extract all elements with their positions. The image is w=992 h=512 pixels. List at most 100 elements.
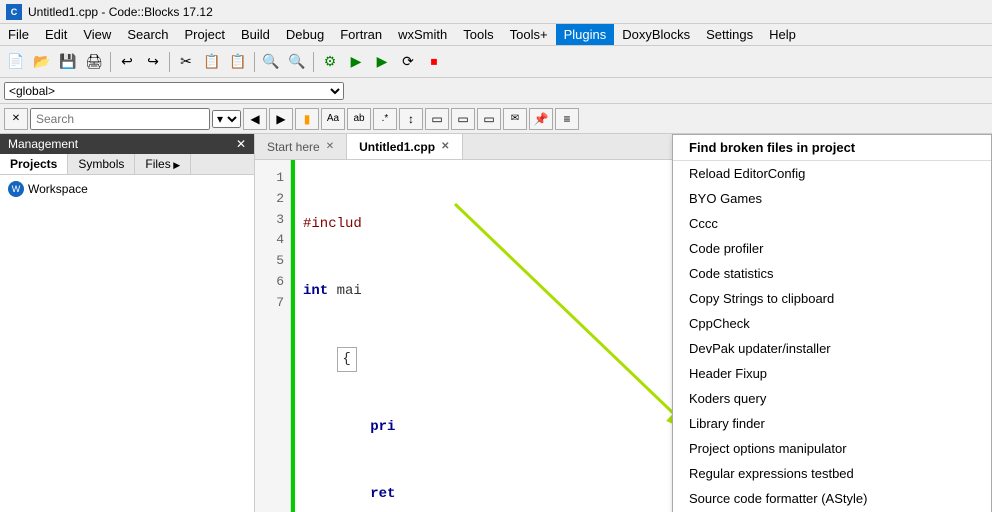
view-btn1[interactable]: ▭ — [425, 108, 449, 130]
menu-edit[interactable]: Edit — [37, 24, 75, 45]
menu-settings[interactable]: Settings — [698, 24, 761, 45]
replace-btn[interactable]: 🔍 — [285, 50, 309, 74]
sidebar: Management ✕ Projects Symbols Files W Wo… — [0, 134, 255, 512]
sidebar-content: W Workspace — [0, 175, 254, 512]
menu-help[interactable]: Help — [761, 24, 804, 45]
menu-plugins[interactable]: Plugins — [556, 24, 615, 45]
select-btn[interactable]: ↕ — [399, 108, 423, 130]
save-btn[interactable]: 💾 — [56, 50, 80, 74]
line-num-2: 2 — [261, 189, 284, 210]
nav-back-btn[interactable]: ◀ — [243, 108, 267, 130]
match-case-btn[interactable]: Aa — [321, 108, 345, 130]
global-scope-select[interactable]: <global> — [4, 82, 344, 100]
dd-source-formatter[interactable]: Source code formatter (AStyle) — [673, 486, 991, 511]
global-bar: <global> — [0, 78, 992, 104]
build-run-btn[interactable]: ▶ — [370, 50, 394, 74]
tab-untitled1[interactable]: Untitled1.cpp ✕ — [347, 134, 462, 159]
view-btn3[interactable]: ▭ — [477, 108, 501, 130]
dd-copy-strings[interactable]: Copy Strings to clipboard — [673, 286, 991, 311]
cut-btn[interactable]: ✂ — [174, 50, 198, 74]
menu-project[interactable]: Project — [177, 24, 233, 45]
tab-symbols[interactable]: Symbols — [68, 154, 135, 174]
tb-sep-1 — [110, 52, 111, 72]
view-btn5[interactable]: 📌 — [529, 108, 553, 130]
sidebar-title: Management — [8, 137, 78, 151]
print-btn[interactable]: 🖨 — [82, 50, 106, 74]
undo-btn[interactable]: ↩ — [115, 50, 139, 74]
dd-find-broken[interactable]: Find broken files in project — [673, 135, 991, 161]
nav-bar: ✕ ▾ ◀ ▶ ▮ Aa ab .* ↕ ▭ ▭ ▭ ✉ 📌 ≡ — [0, 104, 992, 134]
view-btn6[interactable]: ≡ — [555, 108, 579, 130]
search-options[interactable]: ▾ — [212, 110, 241, 128]
rebuild-btn[interactable]: ⟳ — [396, 50, 420, 74]
paste-btn[interactable]: 📋 — [226, 50, 250, 74]
menu-view[interactable]: View — [75, 24, 119, 45]
copy-btn[interactable]: 📋 — [200, 50, 224, 74]
sidebar-header: Management ✕ — [0, 134, 254, 154]
dd-koders[interactable]: Koders query — [673, 386, 991, 411]
search-input[interactable] — [30, 108, 210, 130]
dd-library-finder[interactable]: Library finder — [673, 411, 991, 436]
editor-area: Start here ✕ Untitled1.cpp ✕ 1 2 3 4 5 6… — [255, 134, 992, 512]
title-bar: C Untitled1.cpp - Code::Blocks 17.12 — [0, 0, 992, 24]
tb-sep-4 — [313, 52, 314, 72]
dd-reload-editorconfig[interactable]: Reload EditorConfig — [673, 161, 991, 186]
nav-forward-btn[interactable]: ▶ — [269, 108, 293, 130]
tab-untitled1-label: Untitled1.cpp — [359, 140, 435, 154]
regex-btn[interactable]: .* — [373, 108, 397, 130]
view-btn2[interactable]: ▭ — [451, 108, 475, 130]
menu-tools[interactable]: Tools — [455, 24, 501, 45]
clear-btn[interactable]: ✕ — [4, 108, 28, 130]
dd-code-profiler[interactable]: Code profiler — [673, 236, 991, 261]
new-file-btn[interactable]: 📄 — [4, 50, 28, 74]
tab-start-here-close[interactable]: ✕ — [326, 141, 334, 152]
menu-tools-plus[interactable]: Tools+ — [502, 24, 556, 45]
workspace-item[interactable]: W Workspace — [4, 179, 250, 199]
menu-build[interactable]: Build — [233, 24, 278, 45]
whole-word-btn[interactable]: ab — [347, 108, 371, 130]
menu-wxsmith[interactable]: wxSmith — [390, 24, 455, 45]
main-layout: Management ✕ Projects Symbols Files W Wo… — [0, 134, 992, 512]
menu-file[interactable]: File — [0, 24, 37, 45]
app-icon: C — [6, 4, 22, 20]
dd-regex-testbed[interactable]: Regular expressions testbed — [673, 461, 991, 486]
dd-devpak[interactable]: DevPak updater/installer — [673, 336, 991, 361]
line-numbers: 1 2 3 4 5 6 7 — [255, 160, 291, 512]
tab-files[interactable]: Files — [135, 154, 191, 174]
tab-start-here-label: Start here — [267, 140, 320, 154]
find-btn[interactable]: 🔍 — [259, 50, 283, 74]
run-btn[interactable]: ▶ — [344, 50, 368, 74]
line-num-6: 6 — [261, 272, 284, 293]
menu-search[interactable]: Search — [119, 24, 176, 45]
sidebar-close-btn[interactable]: ✕ — [236, 137, 246, 151]
workspace-icon: W — [8, 181, 24, 197]
menu-debug[interactable]: Debug — [278, 24, 332, 45]
highlight-btn[interactable]: ▮ — [295, 108, 319, 130]
sidebar-tabs: Projects Symbols Files — [0, 154, 254, 175]
stop-btn[interactable]: ⏹ — [422, 50, 446, 74]
plugins-dropdown: Find broken files in project Reload Edit… — [672, 134, 992, 512]
dd-cccc[interactable]: Cccc — [673, 211, 991, 236]
open-btn[interactable]: 📂 — [30, 50, 54, 74]
dd-project-options[interactable]: Project options manipulator — [673, 436, 991, 461]
dd-header-fixup[interactable]: Header Fixup — [673, 361, 991, 386]
dd-code-statistics[interactable]: Code statistics — [673, 261, 991, 286]
window-title: Untitled1.cpp - Code::Blocks 17.12 — [28, 5, 213, 19]
line-num-3: 3 — [261, 210, 284, 231]
line-num-7: 7 — [261, 293, 284, 314]
line-num-5: 5 — [261, 251, 284, 272]
tab-untitled1-close[interactable]: ✕ — [441, 141, 449, 152]
menu-doxyblocks[interactable]: DoxyBlocks — [614, 24, 698, 45]
build-btn[interactable]: ⚙ — [318, 50, 342, 74]
redo-btn[interactable]: ↪ — [141, 50, 165, 74]
menu-bar: File Edit View Search Project Build Debu… — [0, 24, 992, 46]
tab-projects[interactable]: Projects — [0, 154, 68, 174]
dd-byo-games[interactable]: BYO Games — [673, 186, 991, 211]
line-num-1: 1 — [261, 168, 284, 189]
menu-fortran[interactable]: Fortran — [332, 24, 390, 45]
dd-cppcheck[interactable]: CppCheck — [673, 311, 991, 336]
view-btn4[interactable]: ✉ — [503, 108, 527, 130]
workspace-label: Workspace — [28, 182, 88, 196]
tab-start-here[interactable]: Start here ✕ — [255, 134, 347, 159]
tb-sep-3 — [254, 52, 255, 72]
